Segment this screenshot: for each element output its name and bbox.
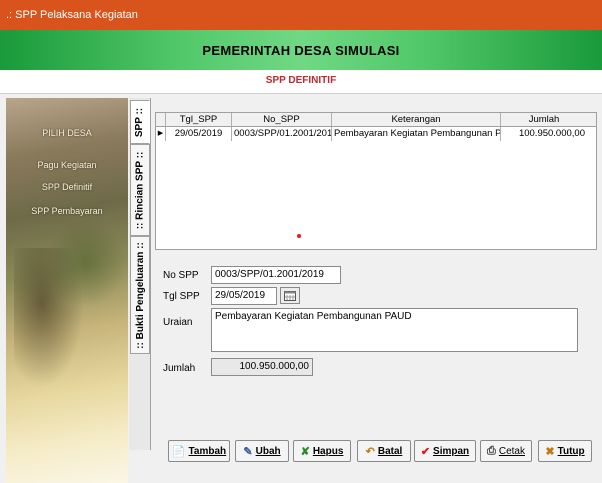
ubah-label: Ubah xyxy=(255,445,281,457)
sidebar-item-pilih-desa[interactable]: PILIH DESA xyxy=(6,128,128,138)
spp-table[interactable]: Tgl_SPP No_SPP Keterangan Jumlah ▶ 29/05… xyxy=(155,112,597,250)
cell-no-spp[interactable]: 0003/SPP/01.2001/2019 xyxy=(232,127,332,141)
window-titlebar: .: SPP Pelaksana Kegiatan xyxy=(0,0,602,30)
vertical-tabs: SPP :: :: Rincian SPP :: :: Bukti Pengel… xyxy=(129,98,151,450)
tutup-button[interactable]: ✖ Tutup xyxy=(538,440,592,462)
sidebar-item-spp-definitif[interactable]: SPP Definitif xyxy=(6,182,128,192)
no-spp-label: No SPP xyxy=(163,270,199,281)
cetak-button[interactable]: ⎙ Cetak xyxy=(480,440,532,462)
uraian-field[interactable]: Pembayaran Kegiatan Pembangunan PAUD xyxy=(211,308,578,352)
tab-spp[interactable]: SPP :: xyxy=(130,100,150,144)
row-indicator-header xyxy=(156,113,166,126)
add-doc-icon: 📄 xyxy=(171,445,186,458)
tab-rincian-spp-label: :: Rincian SPP :: xyxy=(134,151,146,229)
tambah-label: Tambah xyxy=(188,445,227,457)
check-icon: ✔ xyxy=(420,445,431,458)
close-icon: ✖ xyxy=(545,445,555,458)
window-title: .: SPP Pelaksana Kegiatan xyxy=(6,9,138,21)
row-indicator-icon: ▶ xyxy=(156,127,166,141)
page-subheader: SPP DEFINITIF xyxy=(0,70,602,94)
tab-rincian-spp[interactable]: :: Rincian SPP :: xyxy=(130,144,150,236)
simpan-label: Simpan xyxy=(433,445,470,457)
column-header-jumlah[interactable]: Jumlah xyxy=(501,113,587,126)
calendar-button[interactable] xyxy=(280,287,300,304)
page-header: PEMERINTAH DESA SIMULASI xyxy=(0,30,602,70)
hapus-label: Hapus xyxy=(312,445,344,457)
cell-jumlah[interactable]: 100.950.000,00 xyxy=(501,127,587,141)
cell-tgl-spp[interactable]: 29/05/2019 xyxy=(166,127,232,141)
edit-icon: ✎ xyxy=(243,445,253,458)
subheader-title: SPP DEFINITIF xyxy=(265,75,337,86)
hapus-button[interactable]: ✘ Hapus xyxy=(293,440,351,462)
sidebar: PILIH DESA Pagu Kegiatan SPP Definitif S… xyxy=(6,98,128,483)
cell-keterangan[interactable]: Pembayaran Kegiatan Pembangunan PAUD xyxy=(332,127,501,141)
sidebar-item-pagu-kegiatan[interactable]: Pagu Kegiatan xyxy=(6,160,128,170)
tab-bukti-pengeluaran[interactable]: :: Bukti Pengeluaran :: xyxy=(130,236,150,354)
tgl-spp-label: Tgl SPP xyxy=(163,291,200,302)
calendar-icon xyxy=(284,291,296,301)
simpan-button[interactable]: ✔ Simpan xyxy=(414,440,476,462)
tambah-button[interactable]: 📄 Tambah xyxy=(168,440,230,462)
tab-spp-label: SPP :: xyxy=(134,107,146,137)
sidebar-item-spp-pembayaran[interactable]: SPP Pembayaran xyxy=(6,206,128,216)
tab-bukti-pengeluaran-label: :: Bukti Pengeluaran :: xyxy=(134,241,146,349)
table-header: Tgl_SPP No_SPP Keterangan Jumlah xyxy=(156,113,596,127)
batal-label: Batal xyxy=(377,445,403,457)
header-title: PEMERINTAH DESA SIMULASI xyxy=(202,43,400,58)
uraian-label: Uraian xyxy=(163,317,193,328)
tutup-label: Tutup xyxy=(557,445,585,457)
undo-icon: ↶ xyxy=(365,445,375,458)
batal-button[interactable]: ↶ Batal xyxy=(357,440,411,462)
ubah-button[interactable]: ✎ Ubah xyxy=(235,440,289,462)
print-icon: ⎙ xyxy=(487,444,496,457)
column-header-no-spp[interactable]: No_SPP xyxy=(232,113,332,126)
red-dot-marker xyxy=(297,234,301,238)
no-spp-field[interactable]: 0003/SPP/01.2001/2019 xyxy=(211,266,341,284)
column-header-keterangan[interactable]: Keterangan xyxy=(332,113,501,126)
column-header-tgl-spp[interactable]: Tgl_SPP xyxy=(166,113,232,126)
jumlah-label: Jumlah xyxy=(163,363,196,374)
jumlah-field: 100.950.000,00 xyxy=(211,358,313,376)
table-row[interactable]: ▶ 29/05/2019 0003/SPP/01.2001/2019 Pemba… xyxy=(156,127,596,141)
delete-icon: ✘ xyxy=(300,445,310,458)
cetak-label: Cetak xyxy=(498,445,525,457)
tgl-spp-field[interactable]: 29/05/2019 xyxy=(211,287,277,305)
